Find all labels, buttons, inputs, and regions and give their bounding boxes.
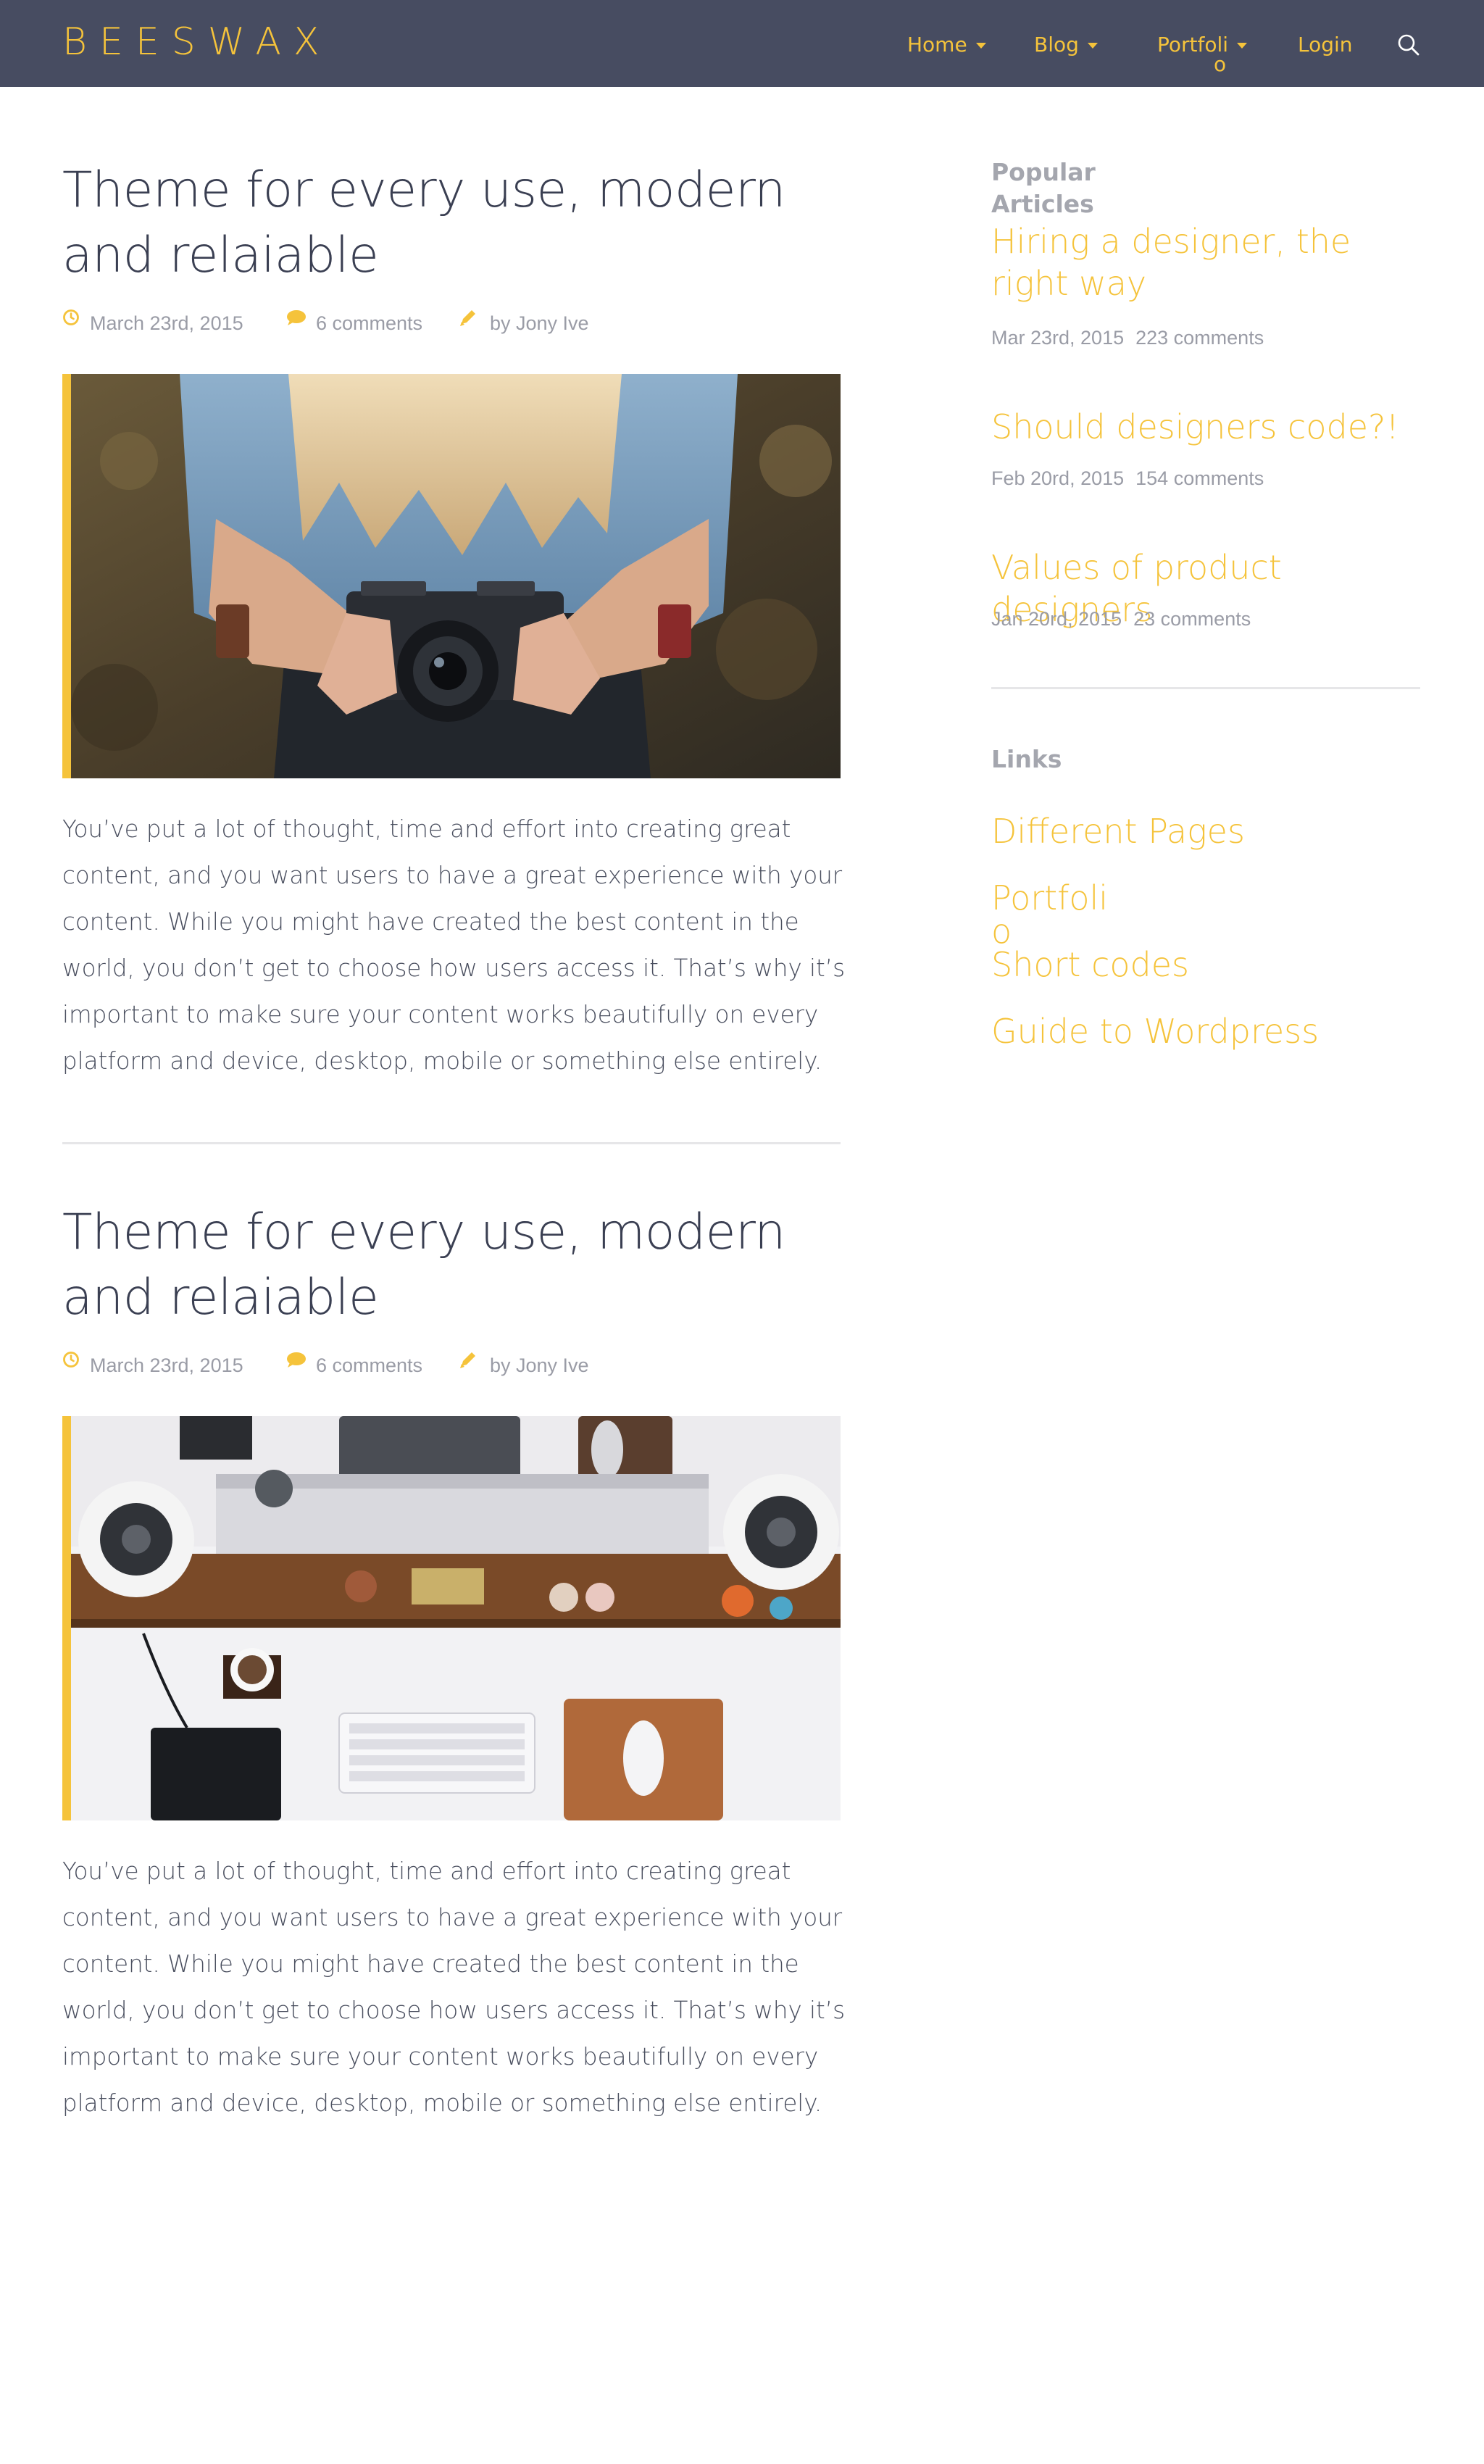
sidebar-link-short-codes[interactable]: Short codes [991, 944, 1189, 986]
chevron-down-icon [975, 43, 986, 49]
popular-article-meta: Feb 20rd, 2015 154 comments [991, 464, 1264, 493]
top-navbar: BEESWAX Home Blog Portfoli o Login [0, 0, 1484, 87]
article-date: Mar 23rd, 2015 [991, 327, 1125, 349]
nav-home[interactable]: Home [907, 29, 986, 61]
site-logo[interactable]: BEESWAX [62, 22, 332, 62]
sidebar-link-portfolio[interactable]: Portfolio [991, 881, 1122, 948]
popular-article-title[interactable]: Should designers code?! [991, 406, 1426, 448]
post-body: You’ve put a lot of thought, time and ef… [62, 1857, 846, 2117]
post-comments[interactable]: 6 comments [316, 309, 422, 338]
search-icon[interactable] [1396, 32, 1422, 58]
post-body: You’ve put a lot of thought, time and ef… [62, 815, 846, 1075]
post-meta: March 23rd, 2015 6 comments by Jony Ive [62, 1351, 714, 1380]
post-title[interactable]: Theme for every use, modern and relaiabl… [62, 1200, 867, 1331]
article-comments: 223 comments [1135, 327, 1264, 349]
chevron-down-icon [1087, 43, 1098, 49]
article-date: Feb 20rd, 2015 [991, 467, 1125, 489]
sidebar-divider [991, 687, 1420, 689]
chevron-down-icon [1237, 43, 1248, 49]
post-meta: March 23rd, 2015 6 comments by Jony Ive [62, 309, 714, 338]
post-date: March 23rd, 2015 [90, 312, 243, 334]
popular-articles-heading: Popular Articles [991, 158, 1096, 218]
sidebar-link-different-pages[interactable]: Different Pages [991, 810, 1245, 852]
post-divider [62, 1142, 841, 1144]
comment-icon [287, 1352, 306, 1368]
camera-photo [71, 374, 841, 778]
post-image-desk[interactable] [62, 1416, 841, 1820]
post-title[interactable]: Theme for every use, modern and relaiabl… [62, 158, 867, 288]
nav-login[interactable]: Login [1298, 29, 1353, 61]
nav-portfolio[interactable]: Portfoli o [1157, 29, 1248, 75]
comment-icon [287, 310, 306, 325]
post-author[interactable]: by Jony Ive [490, 309, 589, 338]
nav-home-label: Home [907, 33, 967, 57]
post-comments[interactable]: 6 comments [316, 1351, 422, 1380]
nav-blog[interactable]: Blog [1034, 29, 1098, 61]
clock-icon [63, 309, 79, 325]
desk-photo [71, 1416, 841, 1820]
popular-article-meta: Mar 23rd, 2015 223 comments [991, 323, 1264, 352]
popular-article-meta: Jan 20rd, 2015 23 comments [991, 604, 1251, 633]
article-comments: 23 comments [1133, 608, 1251, 630]
article-date: Jan 20rd, 2015 [991, 608, 1122, 630]
clock-icon [63, 1352, 79, 1368]
article-comments: 154 comments [1135, 467, 1264, 489]
pencil-icon [460, 1352, 475, 1368]
links-heading: Links [991, 745, 1062, 773]
pencil-icon [460, 310, 475, 326]
post-date: March 23rd, 2015 [90, 1354, 243, 1376]
post-image-camera[interactable] [62, 374, 841, 778]
popular-article-title[interactable]: Hiring a designer, the right way [991, 220, 1426, 304]
post-author[interactable]: by Jony Ive [490, 1351, 589, 1380]
sidebar-link-guide-to-wordpress[interactable]: Guide to Wordpress [991, 1010, 1319, 1052]
nav-portfolio-label-wrap: o [1214, 52, 1227, 76]
nav-blog-label: Blog [1034, 33, 1079, 57]
